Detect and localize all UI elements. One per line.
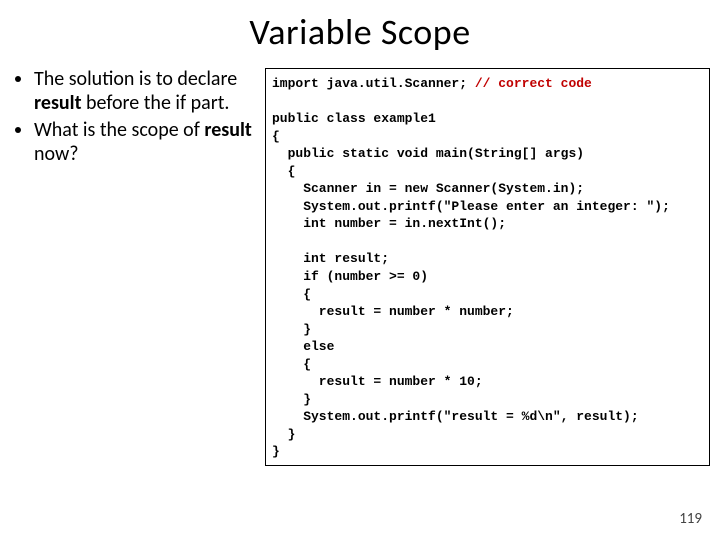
code-line: System.out.printf("Please enter an integ… bbox=[272, 199, 670, 214]
code-line: { bbox=[272, 357, 311, 372]
code-line: } bbox=[272, 444, 280, 459]
bullet-item: What is the scope of result now? bbox=[34, 119, 255, 166]
slide-title: Variable Scope bbox=[10, 10, 710, 54]
code-line: int result; bbox=[272, 251, 389, 266]
code-line: { bbox=[272, 164, 295, 179]
code-line: result = number * number; bbox=[272, 304, 514, 319]
code-line: } bbox=[272, 392, 311, 407]
code-line: Scanner in = new Scanner(System.in); bbox=[272, 181, 584, 196]
bullet-text: What is the scope of bbox=[34, 118, 204, 142]
bullet-bold: result bbox=[34, 91, 82, 115]
bullet-text: before the if part. bbox=[82, 91, 230, 115]
slide-number: 119 bbox=[679, 510, 702, 528]
code-block: import java.util.Scanner; // correct cod… bbox=[265, 68, 710, 466]
bullet-column: The solution is to declare result before… bbox=[10, 68, 255, 466]
code-line: } bbox=[272, 427, 295, 442]
code-line: { bbox=[272, 129, 280, 144]
code-line: public static void main(String[] args) bbox=[272, 146, 584, 161]
bullet-list: The solution is to declare result before… bbox=[16, 68, 255, 166]
code-line: import java.util.Scanner; bbox=[272, 76, 475, 91]
code-line: result = number * 10; bbox=[272, 374, 483, 389]
code-line: { bbox=[272, 287, 311, 302]
code-line: if (number >= 0) bbox=[272, 269, 428, 284]
code-line: public class example1 bbox=[272, 111, 436, 126]
bullet-item: The solution is to declare result before… bbox=[34, 68, 255, 115]
bullet-bold: result bbox=[204, 118, 252, 142]
code-line: System.out.printf("result = %d\n", resul… bbox=[272, 409, 639, 424]
bullet-text: The solution is to declare bbox=[34, 67, 237, 91]
code-comment: // correct code bbox=[475, 76, 592, 91]
code-line: int number = in.nextInt(); bbox=[272, 216, 506, 231]
code-line: } bbox=[272, 322, 311, 337]
slide: Variable Scope The solution is to declar… bbox=[0, 0, 720, 540]
slide-body: The solution is to declare result before… bbox=[10, 68, 710, 466]
code-line: else bbox=[272, 339, 334, 354]
bullet-text: now? bbox=[34, 142, 79, 166]
